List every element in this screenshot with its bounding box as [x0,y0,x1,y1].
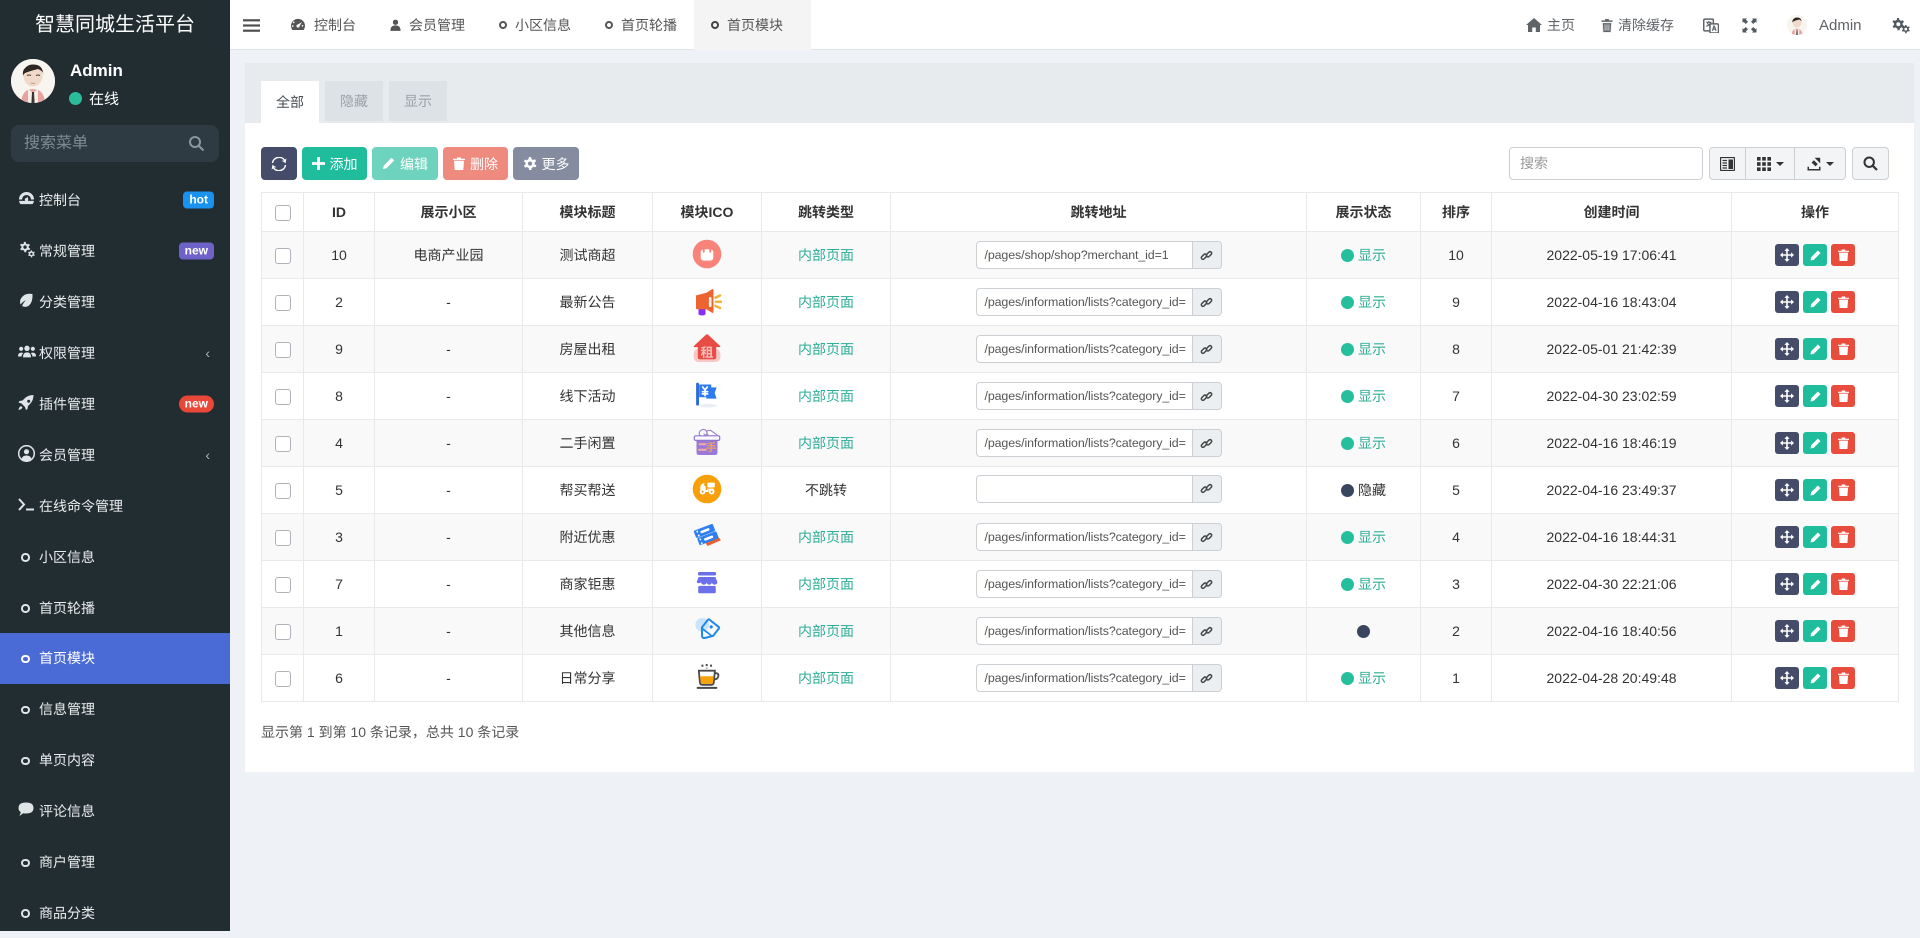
svg-text:手: 手 [706,442,717,454]
svg-text:租: 租 [700,345,713,360]
